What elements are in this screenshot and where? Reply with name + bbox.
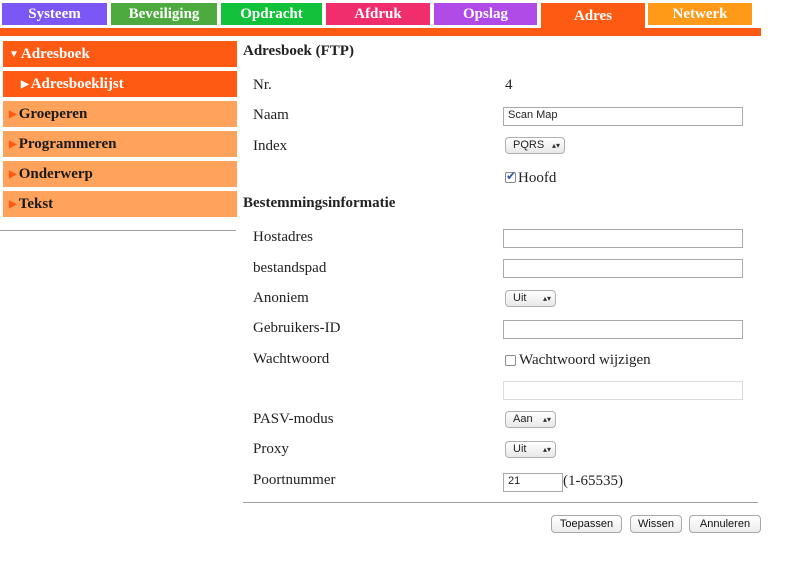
sidebar-item-tekst[interactable]: ▶ Tekst <box>3 191 237 217</box>
index-select-value: PQRS <box>513 139 545 151</box>
proxy-label: Proxy <box>253 441 289 457</box>
sidebar-item-label: Onderwerp <box>18 166 93 182</box>
destination-title: Bestemmingsinformatie <box>243 195 396 211</box>
pasv-select-value: Aan <box>513 413 533 425</box>
poortnummer-input[interactable]: 21 <box>503 473 563 492</box>
wachtwoord-label: Wachtwoord <box>253 351 330 367</box>
page-title: Adresboek (FTP) <box>243 43 354 59</box>
anoniem-select-value: Uit <box>513 292 527 304</box>
nr-label: Nr. <box>253 77 272 93</box>
sidebar-item-adresboek[interactable]: ▼ Adresboek <box>3 41 237 67</box>
bestandspad-label: bestandspad <box>253 260 327 276</box>
wissen-button[interactable]: Wissen <box>630 515 682 533</box>
sidebar-item-adresboeklijst[interactable]: ▶ Adresboeklijst <box>3 71 237 97</box>
updown-icon: ▴▾ <box>542 294 551 303</box>
updown-icon: ▴▾ <box>542 445 551 454</box>
triangle-right-icon: ▶ <box>9 139 17 150</box>
toepassen-button[interactable]: Toepassen <box>551 515 622 533</box>
anoniem-label: Anoniem <box>253 290 309 306</box>
checkmark-icon: ✔ <box>506 169 517 183</box>
sidebar-item-label: Tekst <box>18 196 54 212</box>
sidebar-item-label: Adresboeklijst <box>30 76 124 92</box>
pasv-modus-select[interactable]: Aan ▴▾ <box>505 411 556 428</box>
sidebar-item-label: Groeperen <box>18 106 88 122</box>
nr-value: 4 <box>505 77 513 93</box>
proxy-select-value: Uit <box>513 443 527 455</box>
gebruikers-id-input[interactable] <box>503 320 743 339</box>
sidebar-item-label: Adresboek <box>20 46 90 62</box>
triangle-right-icon: ▶ <box>9 169 17 180</box>
sidebar-item-onderwerp[interactable]: ▶ Onderwerp <box>3 161 237 187</box>
updown-icon: ▴▾ <box>551 141 560 150</box>
pasv-modus-label: PASV-modus <box>253 411 334 427</box>
sidebar-divider <box>0 230 236 231</box>
sidebar-item-label: Programmeren <box>18 136 117 152</box>
hostadres-input[interactable] <box>503 229 743 248</box>
annuleren-button[interactable]: Annuleren <box>689 515 761 533</box>
triangle-right-icon: ▶ <box>9 199 17 210</box>
form-divider <box>243 502 758 503</box>
tab-opdracht[interactable]: Opdracht <box>221 3 322 25</box>
hoofd-checkbox[interactable]: ✔ <box>505 169 517 183</box>
proxy-select[interactable]: Uit ▴▾ <box>505 441 556 458</box>
hoofd-label: Hoofd <box>518 170 557 186</box>
tab-adres[interactable]: Adres <box>541 3 645 31</box>
hostadres-label: Hostadres <box>253 229 313 245</box>
tab-netwerk[interactable]: Netwerk <box>648 3 752 25</box>
tab-underline <box>0 28 761 36</box>
tab-opslag[interactable]: Opslag <box>434 3 537 25</box>
index-select[interactable]: PQRS ▴▾ <box>505 137 565 154</box>
updown-icon: ▴▾ <box>542 415 551 424</box>
poortnummer-label: Poortnummer <box>253 472 336 488</box>
anoniem-select[interactable]: Uit ▴▾ <box>505 290 556 307</box>
gebruikers-id-label: Gebruikers-ID <box>253 320 341 336</box>
wachtwoord-input[interactable] <box>503 381 743 400</box>
index-label: Index <box>253 138 288 154</box>
tab-systeem[interactable]: Systeem <box>2 3 107 25</box>
sidebar-item-groeperen[interactable]: ▶ Groeperen <box>3 101 237 127</box>
poortnummer-range: (1-65535) <box>563 473 623 489</box>
triangle-right-icon: ▶ <box>21 79 29 90</box>
naam-input[interactable]: Scan Map <box>503 107 743 126</box>
wachtwoord-wijzigen-label: Wachtwoord wijzigen <box>519 352 651 368</box>
naam-label: Naam <box>253 107 289 123</box>
tab-beveiliging[interactable]: Beveiliging <box>111 3 217 25</box>
triangle-down-icon: ▼ <box>9 49 19 60</box>
bestandspad-input[interactable] <box>503 259 743 278</box>
wachtwoord-wijzigen-checkbox[interactable] <box>505 355 516 366</box>
tab-afdruk[interactable]: Afdruk <box>326 3 430 25</box>
sidebar-item-programmeren[interactable]: ▶ Programmeren <box>3 131 237 157</box>
triangle-right-icon: ▶ <box>9 109 17 120</box>
